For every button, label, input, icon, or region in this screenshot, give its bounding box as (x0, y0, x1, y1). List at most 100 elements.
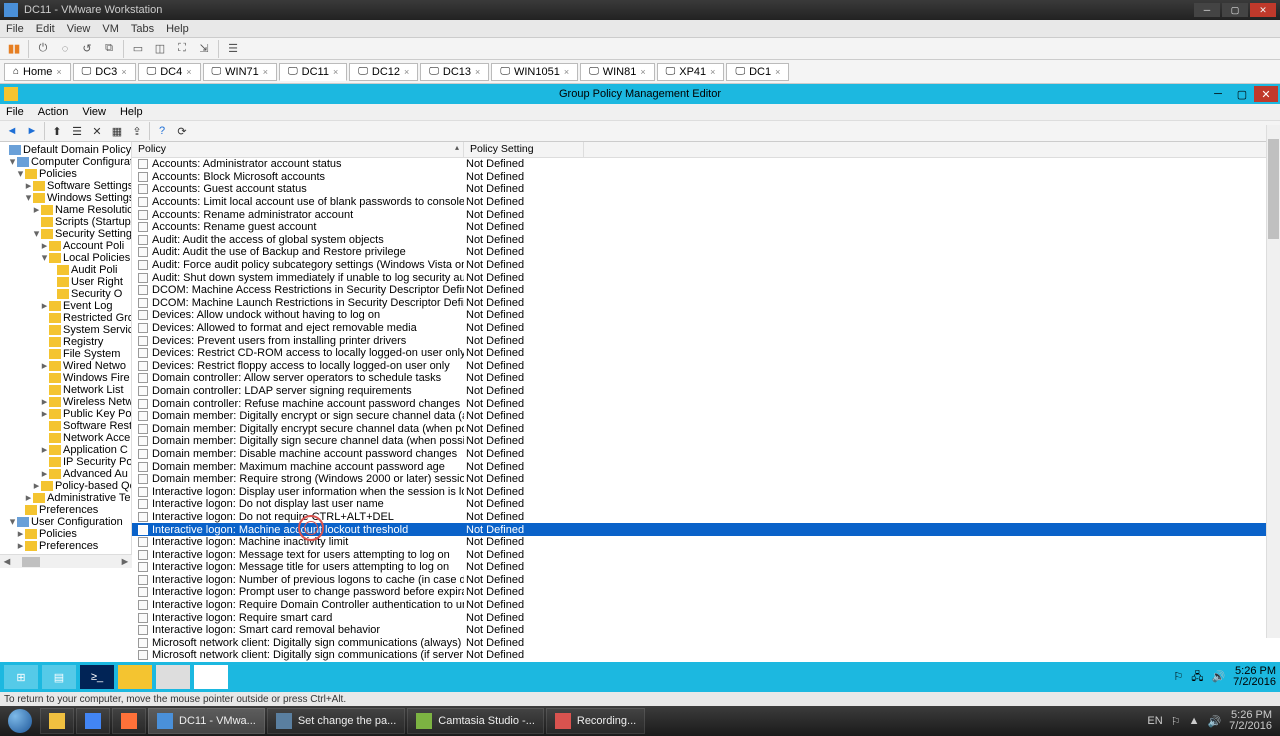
expand-icon[interactable]: ▾ (32, 228, 41, 240)
tree-node[interactable]: ▸Wired Netwo (0, 360, 131, 372)
tree-node[interactable]: Network List (0, 384, 131, 396)
host-tray-network-icon[interactable]: ▲ (1189, 715, 1200, 727)
policy-row[interactable]: Interactive logon: Message text for user… (132, 548, 1280, 561)
expand-icon[interactable]: ▸ (32, 480, 41, 492)
policy-row[interactable]: Devices: Restrict CD-ROM access to local… (132, 347, 1280, 360)
policy-row[interactable]: Audit: Audit the access of global system… (132, 234, 1280, 247)
explorer-icon[interactable] (118, 665, 152, 689)
gp-minimize[interactable]: ─ (1206, 86, 1230, 102)
powershell-icon[interactable]: ≥_ (80, 665, 114, 689)
back-icon[interactable]: ◄ (4, 123, 20, 139)
tab-close-icon[interactable]: × (475, 67, 480, 77)
help-icon[interactable]: ? (154, 123, 170, 139)
col-setting[interactable]: Policy Setting (464, 142, 584, 157)
snapshot-mgr-icon[interactable]: ⧉ (101, 41, 117, 57)
tree-hscroll[interactable]: ◄ ► (0, 554, 132, 568)
tree-node[interactable]: ▸Policy-based QoS (0, 480, 131, 492)
gpmc-icon[interactable] (156, 665, 190, 689)
expand-icon[interactable]: ▾ (8, 156, 17, 168)
up-icon[interactable]: ⬆ (49, 123, 65, 139)
vmware-close[interactable]: ✕ (1250, 3, 1276, 17)
col-policy[interactable]: Policy (132, 142, 464, 157)
policy-row[interactable]: Devices: Prevent users from installing p… (132, 334, 1280, 347)
gp-tree[interactable]: Default Domain Policy [DC11.F▾Computer C… (0, 142, 132, 554)
tree-node[interactable]: Software Rest (0, 420, 131, 432)
policy-row[interactable]: Domain controller: Refuse machine accoun… (132, 397, 1280, 410)
expand-icon[interactable]: ▸ (40, 360, 49, 372)
tree-node[interactable]: Audit Poli (0, 264, 131, 276)
expand-icon[interactable]: ▸ (16, 540, 25, 552)
tree-node[interactable]: Scripts (Startup/S (0, 216, 131, 228)
tree-node[interactable]: ▸Software Settings (0, 180, 131, 192)
taskbar-item[interactable]: DC11 - VMwa... (148, 708, 265, 734)
export-icon[interactable]: ⇪ (129, 123, 145, 139)
fullscreen-icon[interactable]: ▭ (130, 41, 146, 57)
notepad-icon[interactable] (194, 665, 228, 689)
policy-row[interactable]: Domain member: Disable machine account p… (132, 448, 1280, 461)
library-icon[interactable]: ☰ (225, 41, 241, 57)
tree-node[interactable]: ▸Wireless Netw (0, 396, 131, 408)
policy-row[interactable]: Accounts: Limit local account use of bla… (132, 196, 1280, 209)
properties-icon[interactable]: ▦ (109, 123, 125, 139)
policy-row[interactable]: Audit: Shut down system immediately if u… (132, 271, 1280, 284)
tree-node[interactable]: ▸Account Poli (0, 240, 131, 252)
show-hide-icon[interactable]: ☰ (69, 123, 85, 139)
expand-icon[interactable]: ▸ (40, 396, 49, 408)
vmw-menu-view[interactable]: View (67, 23, 91, 35)
tab-close-icon[interactable]: × (775, 67, 780, 77)
delete-icon[interactable]: ✕ (89, 123, 105, 139)
vmw-menu-tabs[interactable]: Tabs (131, 23, 154, 35)
gp-menu-help[interactable]: Help (120, 106, 143, 118)
policy-row[interactable]: Microsoft network client: Digitally sign… (132, 637, 1280, 650)
policy-row[interactable]: Interactive logon: Prompt user to change… (132, 586, 1280, 599)
stretch-icon[interactable]: ⇲ (196, 41, 212, 57)
policy-row[interactable]: Domain controller: Allow server operator… (132, 372, 1280, 385)
tree-node[interactable]: ▾Local Policies (0, 252, 131, 264)
tree-node[interactable]: ▾Computer Configuration (0, 156, 131, 168)
tree-node[interactable]: User Right (0, 276, 131, 288)
vmw-menu-edit[interactable]: Edit (36, 23, 55, 35)
vm-tab-dc13[interactable]: 🖵DC13× (420, 63, 489, 81)
host-lang[interactable]: EN (1147, 715, 1162, 727)
tray-volume-icon[interactable]: 🔊 (1211, 672, 1225, 683)
policy-row[interactable]: Domain member: Digitally encrypt or sign… (132, 410, 1280, 423)
tab-close-icon[interactable]: × (333, 67, 338, 77)
policy-row[interactable]: Interactive logon: Require smart cardNot… (132, 611, 1280, 624)
expand-icon[interactable]: ▾ (8, 516, 17, 528)
tree-node[interactable]: ▾User Configuration (0, 516, 131, 528)
tab-close-icon[interactable]: × (186, 67, 191, 77)
policy-row[interactable]: Domain controller: LDAP server signing r… (132, 385, 1280, 398)
policy-row[interactable]: Accounts: Guest account statusNot Define… (132, 183, 1280, 196)
policy-row[interactable]: Interactive logon: Require Domain Contro… (132, 599, 1280, 612)
gp-menu-file[interactable]: File (6, 106, 24, 118)
vmware-maximize[interactable]: ▢ (1222, 3, 1248, 17)
tree-node[interactable]: Security O (0, 288, 131, 300)
taskbar-item[interactable]: Set change the pa... (267, 708, 405, 734)
policy-row[interactable]: Interactive logon: Message title for use… (132, 561, 1280, 574)
policy-row[interactable]: Devices: Allow undock without having to … (132, 309, 1280, 322)
gp-close[interactable]: ✕ (1254, 86, 1278, 102)
vm-tab-dc4[interactable]: 🖵DC4× (138, 63, 201, 81)
gp-maximize[interactable]: ▢ (1230, 86, 1254, 102)
vmware-minimize[interactable]: ─ (1194, 3, 1220, 17)
forward-icon[interactable]: ► (24, 123, 40, 139)
expand-icon[interactable]: ▸ (24, 492, 33, 504)
tree-node[interactable]: ▸Preferences (0, 540, 131, 552)
tree-node[interactable]: ▸Advanced Au (0, 468, 131, 480)
policy-row[interactable]: Domain member: Maximum machine account p… (132, 460, 1280, 473)
tree-node[interactable]: Preferences (0, 504, 131, 516)
tree-node[interactable]: ▸Public Key Po (0, 408, 131, 420)
gp-menu-action[interactable]: Action (38, 106, 69, 118)
vm-tab-xp41[interactable]: 🖵XP41× (657, 63, 725, 81)
policy-row[interactable]: Interactive logon: Machine inactivity li… (132, 536, 1280, 549)
tree-node[interactable]: ▾Security Settings (0, 228, 131, 240)
tab-close-icon[interactable]: × (564, 67, 569, 77)
policy-row[interactable]: Domain member: Digitally sign secure cha… (132, 435, 1280, 448)
expand-icon[interactable]: ▸ (40, 444, 49, 456)
vm-tab-dc1[interactable]: 🖵DC1× (726, 63, 789, 81)
tab-close-icon[interactable]: × (640, 67, 645, 77)
tree-node[interactable]: ▾Policies (0, 168, 131, 180)
taskbar-item[interactable] (76, 708, 110, 734)
tab-close-icon[interactable]: × (263, 67, 268, 77)
vmw-menu-help[interactable]: Help (166, 23, 189, 35)
